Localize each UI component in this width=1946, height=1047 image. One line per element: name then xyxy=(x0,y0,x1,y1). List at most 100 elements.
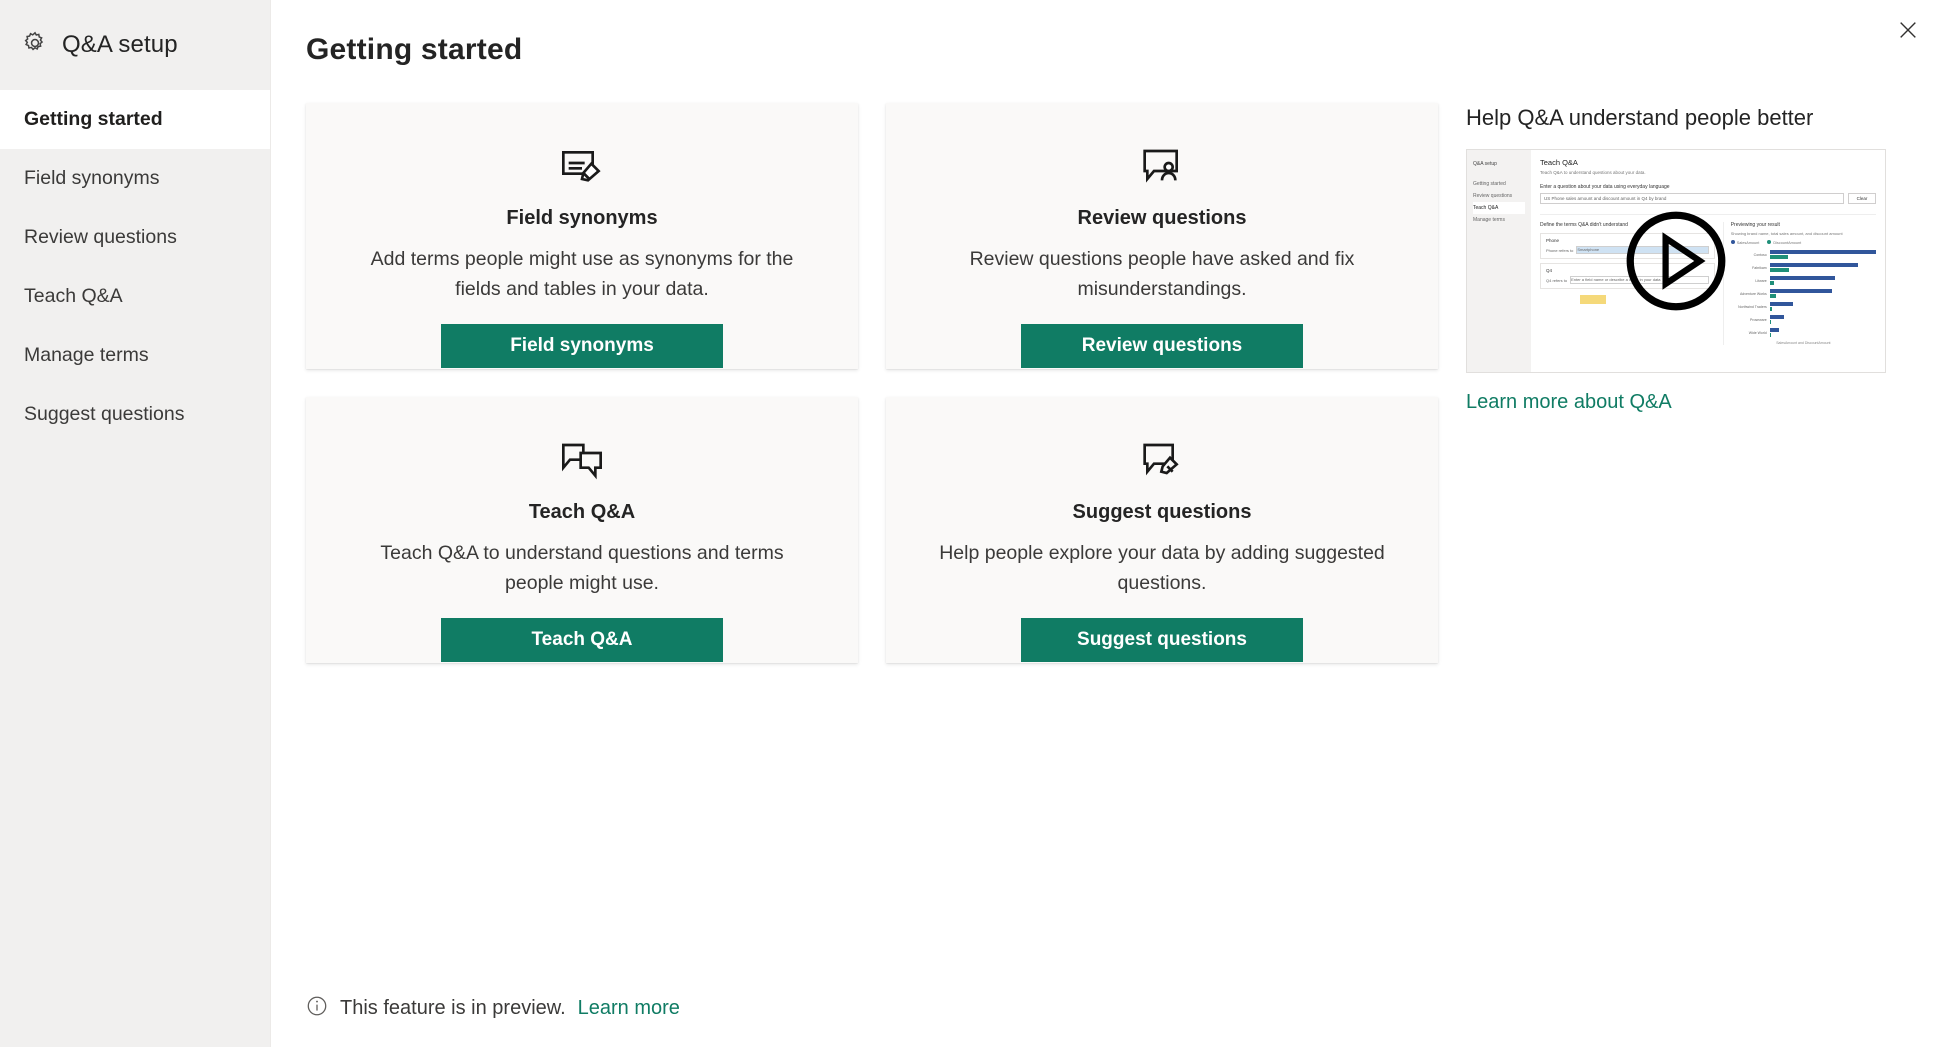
cards-grid: Field synonyms Add terms people might us… xyxy=(306,103,1438,663)
thumb-chart-legend: SalesAmount DiscountAmount xyxy=(1730,240,1876,245)
suggest-questions-button[interactable]: Suggest questions xyxy=(1021,618,1303,662)
thumb-nav-item: Manage terms xyxy=(1473,217,1505,223)
chart-row: Proseware xyxy=(1731,315,1876,325)
chart-category-label: Adventure Works xyxy=(1739,292,1767,296)
sidebar: Q&A setup Getting started Field synonyms… xyxy=(0,0,271,1047)
thumb-nav-item: Getting started xyxy=(1473,181,1506,187)
card-title: Field synonyms xyxy=(506,207,658,229)
thumb-prompt-label: Enter a question about your data using e… xyxy=(1540,184,1670,190)
close-icon xyxy=(1897,19,1919,46)
thumb-result-title: Previewing your result xyxy=(1730,222,1780,228)
help-panel-title: Help Q&A understand people better xyxy=(1466,105,1814,130)
preview-footer: This feature is in preview. Learn more xyxy=(271,969,1946,1047)
cards-wrapper: Field synonyms Add terms people might us… xyxy=(306,103,1438,663)
thumb-subheading: Teach Q&A to understand questions about … xyxy=(1540,170,1646,175)
gear-icon xyxy=(22,30,48,61)
card-title: Review questions xyxy=(1077,207,1247,229)
info-icon xyxy=(306,995,328,1022)
video-thumbnail[interactable]: Q&A setup Getting started Review questio… xyxy=(1466,149,1886,373)
chart-bar-group xyxy=(1769,289,1876,299)
card-teach-qa: Teach Q&A Teach Q&A to understand questi… xyxy=(306,397,858,663)
chart-bar-group xyxy=(1769,263,1876,273)
chart-row: Fabrikam xyxy=(1731,263,1876,273)
chart-row: Northwind Traders xyxy=(1731,302,1876,312)
content-area: Field synonyms Add terms people might us… xyxy=(271,67,1946,663)
sidebar-item-label: Review questions xyxy=(24,226,177,248)
suggest-questions-icon xyxy=(1138,433,1186,489)
chart-bar-group xyxy=(1769,315,1876,325)
card-description: Review questions people have asked and f… xyxy=(969,248,1355,300)
thumb-result-panel: Previewing your result Showing brand nam… xyxy=(1722,222,1876,345)
chart-row: Litware xyxy=(1731,276,1876,286)
chart-bar xyxy=(1769,276,1835,280)
sidebar-item-getting-started[interactable]: Getting started xyxy=(0,90,270,149)
thumb-input-row: US Phone sales amount and discount amoun… xyxy=(1540,193,1876,204)
sidebar-item-manage-terms[interactable]: Manage terms xyxy=(0,326,270,385)
thumb-highlight-swatch xyxy=(1580,295,1606,304)
chart-category-label: Fabrikam xyxy=(1752,266,1767,270)
sidebar-item-review-questions[interactable]: Review questions xyxy=(0,208,270,267)
chart-bar xyxy=(1769,315,1784,319)
thumb-term-field-label: Phone refers to xyxy=(1546,247,1574,253)
review-questions-button[interactable]: Review questions xyxy=(1021,324,1303,368)
chart-bar xyxy=(1769,328,1780,332)
chart-bar xyxy=(1769,263,1858,267)
thumb-brand: Q&A setup xyxy=(1473,161,1497,167)
chart-row: Wide World xyxy=(1731,328,1876,338)
sidebar-nav: Getting started Field synonyms Review qu… xyxy=(0,90,270,444)
sidebar-brand: Q&A setup xyxy=(0,0,270,90)
chart-bar-group xyxy=(1769,328,1876,338)
chart-bar-group xyxy=(1769,276,1876,286)
chart-bar xyxy=(1769,320,1771,324)
review-questions-icon xyxy=(1138,139,1186,195)
thumb-term-field-label: Q4 refers to xyxy=(1546,277,1568,283)
teach-qa-icon xyxy=(558,433,606,489)
chart-bar-group xyxy=(1769,250,1876,260)
chart-row: Adventure Works xyxy=(1731,289,1876,299)
thumb-result-sub: Showing brand name, total sales amount, … xyxy=(1730,231,1843,236)
chart-bar xyxy=(1769,250,1876,254)
card-title: Suggest questions xyxy=(1072,501,1252,523)
qa-setup-window: Q&A setup Getting started Field synonyms… xyxy=(0,0,1946,1047)
thumb-heading: Teach Q&A xyxy=(1540,158,1578,167)
chart-bar xyxy=(1769,281,1774,285)
chart-bar xyxy=(1769,333,1771,337)
chart-bar-group xyxy=(1769,302,1876,312)
close-button[interactable] xyxy=(1886,12,1930,52)
chart-bar xyxy=(1769,289,1833,293)
learn-more-about-qa-link[interactable]: Learn more about Q&A xyxy=(1466,391,1672,414)
chart-bar xyxy=(1769,255,1788,259)
sidebar-item-label: Manage terms xyxy=(24,344,149,366)
chart-category-label: Northwind Traders xyxy=(1738,305,1767,309)
card-field-synonyms: Field synonyms Add terms people might us… xyxy=(306,103,858,369)
sidebar-item-label: Teach Q&A xyxy=(24,285,123,307)
card-suggest-questions: Suggest questions Help people explore yo… xyxy=(886,397,1438,663)
field-synonyms-button[interactable]: Field synonyms xyxy=(441,324,723,368)
thumb-nav-item: Review questions xyxy=(1473,193,1513,199)
play-icon xyxy=(1626,211,1726,311)
card-description: Help people explore your data by adding … xyxy=(939,542,1385,594)
sidebar-item-field-synonyms[interactable]: Field synonyms xyxy=(0,149,270,208)
thumb-sidebar: Q&A setup Getting started Review questio… xyxy=(1467,150,1531,372)
sidebar-item-label: Field synonyms xyxy=(24,167,160,189)
sidebar-item-suggest-questions[interactable]: Suggest questions xyxy=(0,385,270,444)
play-button[interactable] xyxy=(1624,209,1728,313)
thumb-chart-axis-label: SalesAmount and DiscountAmount xyxy=(1776,341,1831,345)
chart-bar xyxy=(1769,307,1772,311)
sidebar-brand-label: Q&A setup xyxy=(62,31,178,58)
card-review-questions: Review questions Review questions people… xyxy=(886,103,1438,369)
legend-entry-sales: SalesAmount xyxy=(1730,240,1759,245)
chart-bar xyxy=(1769,294,1777,298)
thumb-bar-chart: Contoso Fabrikam Litware Adventure Works Nor… xyxy=(1731,250,1876,338)
learn-more-link[interactable]: Learn more xyxy=(578,997,680,1020)
sidebar-item-teach-qa[interactable]: Teach Q&A xyxy=(0,267,270,326)
main-content: Getting started Field synonyms Add terms… xyxy=(271,0,1946,1047)
chart-category-label: Litware xyxy=(1755,279,1767,283)
sidebar-item-label: Getting started xyxy=(24,108,163,130)
thumb-nav-item: Teach Q&A xyxy=(1473,202,1525,214)
card-description: Add terms people might use as synonyms f… xyxy=(370,248,794,300)
preview-text: This feature is in preview. xyxy=(340,996,566,1019)
thumb-question-input: US Phone sales amount and discount amoun… xyxy=(1540,193,1844,204)
teach-qa-button[interactable]: Teach Q&A xyxy=(441,618,723,662)
chart-category-label: Wide World xyxy=(1748,331,1767,335)
